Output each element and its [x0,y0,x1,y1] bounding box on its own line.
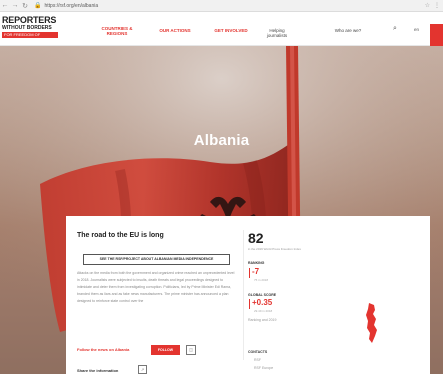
contacts-label: CONTACTS [248,350,268,354]
lock-icon: 🔒 [34,3,42,9]
reload-icon[interactable]: ↻ [20,2,30,10]
search-icon[interactable]: ⌕ [393,25,397,33]
nav-who-are-we[interactable]: Who are we? [334,28,362,33]
address-bar[interactable]: https://rsf.org/en/albania [44,3,98,9]
country-info-card: The road to the EU is long SEE THE RSF/P… [66,216,430,374]
follow-button[interactable]: FOLLOW [151,345,180,355]
forward-icon[interactable]: → [10,2,20,9]
contact-link-rsf[interactable]: RSF [254,358,261,362]
article-heading: The road to the EU is long [77,232,164,239]
logo-tagline: FOR FREEDOM OF INFORMATION [2,32,58,43]
albania-map-icon [366,303,377,343]
nav-our-actions[interactable]: OUR ACTIONS [158,28,192,33]
browser-toolbar: ← → ↻ 🔒 https://rsf.org/en/albania ☆ ⋮ [0,0,443,12]
global-score-previous: 29.49 in 2018 [254,309,273,313]
press-freedom-rank: 82 [248,230,264,246]
site-header: REPORTERS WITHOUT BORDERS FOR FREEDOM OF… [0,12,443,58]
logo-text-without-borders: WITHOUT BORDERS [2,25,52,31]
ranking-previous: 75 in 2018 [254,278,269,282]
global-score-change: +0.35 [252,298,273,307]
share-label: Share the information [77,368,119,373]
methodology-link[interactable]: Ranking and 2019 [248,318,276,322]
nav-countries-regions[interactable]: COUNTRIES & REGIONS [98,26,136,36]
ranking-label: RANKING [248,261,265,265]
logo-text-reporters: REPORTERS [2,15,57,25]
ranking-indicator-bar [249,268,250,278]
browser-menu-icon[interactable]: ⋮ [434,2,440,9]
back-icon[interactable]: ← [0,2,10,9]
rank-caption: in the 2019 World Press Freedom Index [248,247,301,251]
country-summary-text: Attacks on the media from both the gover… [77,271,235,303]
nav-helping-journalists[interactable]: Helping journalists [259,28,295,38]
share-icon[interactable]: ↗ [138,365,147,374]
bookmark-star-icon[interactable]: ☆ [425,2,430,9]
ranking-change: -7 [252,267,260,276]
global-score-label: GLOBAL SCORE [248,293,277,297]
contact-link-rsf-europe[interactable]: RSF Europe [254,366,273,370]
score-indicator-bar [249,299,250,309]
language-selector[interactable]: en [414,27,419,32]
dossier-button[interactable]: SEE THE RSF/PROJECT ABOUT ALBANIAN MEDIA… [83,254,230,265]
rss-icon[interactable]: ◫ [186,345,196,355]
column-divider [243,230,244,360]
page-title: Albania [193,132,250,149]
rsf-logo[interactable]: REPORTERS WITHOUT BORDERS FOR FREEDOM OF… [2,15,60,43]
follow-news-label: Follow the news on Albania [77,347,130,352]
nav-get-involved[interactable]: GET INVOLVED [212,28,250,33]
